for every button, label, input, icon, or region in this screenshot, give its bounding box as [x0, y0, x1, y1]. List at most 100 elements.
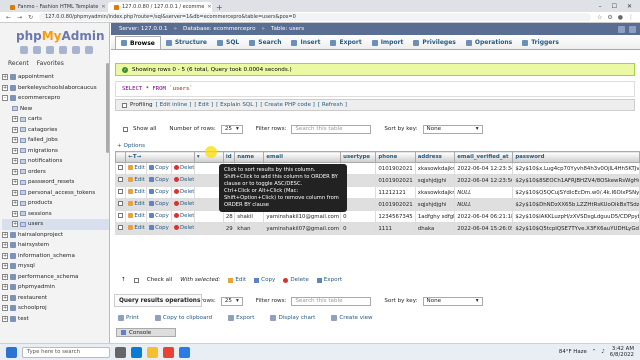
table-tree-item[interactable]: + users: [2, 219, 109, 230]
row-edit-button[interactable]: Edit: [128, 201, 145, 207]
cell-address[interactable]: 1adfghy sdfghj 2ec: [414, 210, 456, 223]
collapse-icon[interactable]: -: [2, 95, 8, 102]
database-tree-item[interactable]: + performance_schema: [2, 272, 109, 283]
table-row[interactable]: Edit Copy Delete 11212121xkasowkdajknNULL$2…: [114, 186, 640, 199]
cell-address[interactable]: sqjshjdjghi: [414, 198, 456, 211]
cell-address[interactable]: dhaka: [414, 222, 456, 235]
cell-phone[interactable]: 0101902021: [375, 162, 416, 175]
database-tree-item[interactable]: + hairsystem: [2, 240, 109, 251]
cell-password[interactable]: $2y$10$x.Lug4cp70Yyvh84h3v0OjlL4Hh5KTJv: [512, 162, 640, 175]
taskbar-search-input[interactable]: Type here to search: [22, 346, 110, 358]
sidebar-scrollbar[interactable]: [106, 63, 109, 153]
cell-email-verified-at[interactable]: NULL: [454, 186, 514, 199]
column-header-id[interactable]: id: [222, 151, 236, 163]
column-header-phone[interactable]: phone: [375, 151, 416, 163]
sort-key-select[interactable]: None ▾: [422, 124, 483, 134]
tab-sql[interactable]: SQL: [212, 36, 244, 49]
expand-icon[interactable]: +: [12, 126, 18, 133]
refresh-link[interactable]: [ Refresh ]: [318, 102, 347, 108]
row-copy-button[interactable]: Copy: [149, 177, 169, 183]
bulk-export-button[interactable]: Export: [316, 277, 342, 283]
cell-usertype[interactable]: 0: [340, 222, 377, 235]
help-icon[interactable]: [46, 46, 54, 54]
row-checkbox[interactable]: [118, 225, 123, 230]
row-checkbox[interactable]: [118, 189, 123, 194]
database-tree-item[interactable]: + hairsalonproject: [2, 230, 109, 241]
expand-icon[interactable]: +: [2, 294, 8, 301]
extensions-icon[interactable]: ⚙: [607, 14, 612, 21]
query-op-copy-to-clipboard[interactable]: Copy to clipboard: [154, 313, 212, 323]
row-copy-button[interactable]: Copy: [149, 225, 169, 231]
database-tree-item[interactable]: + restaurent: [2, 293, 109, 304]
url-input[interactable]: 127.0.0.80/phpmyadmin/index.php?route=/s…: [39, 13, 591, 21]
cell-address[interactable]: sqjshjdjghi: [414, 174, 456, 187]
cell-email-verified-at[interactable]: 2022-06-04 15:26:05: [454, 222, 514, 235]
maximize-icon[interactable]: ☐: [612, 3, 617, 10]
column-header-usertype[interactable]: usertype: [340, 151, 377, 163]
forward-icon[interactable]: →: [17, 14, 22, 21]
row-copy-button[interactable]: Copy: [149, 201, 169, 207]
row-edit-button[interactable]: Edit: [128, 165, 145, 171]
column-header-email-verified-at[interactable]: email_verified_at: [454, 151, 514, 163]
expand-icon[interactable]: +: [2, 84, 8, 91]
edit-link[interactable]: [ Edit ]: [194, 102, 213, 108]
table-tree-item[interactable]: + carts: [2, 114, 109, 125]
expand-icon[interactable]: +: [2, 315, 8, 322]
database-tree-item[interactable]: + appointment: [2, 72, 109, 83]
browser-tab[interactable]: Fanmo - Fashion HTML Template ✕: [4, 2, 108, 12]
bulk-delete-button[interactable]: Delete: [283, 277, 309, 283]
vscode-icon[interactable]: [179, 346, 190, 358]
cell-address[interactable]: xkasowkdajkn: [414, 162, 456, 175]
edit-inline-link[interactable]: [ Edit inline ]: [156, 102, 192, 108]
breadcrumb-database[interactable]: Database: ecommercepro: [183, 26, 255, 32]
breadcrumb-table[interactable]: Table: users: [271, 26, 304, 32]
show-all-checkbox[interactable]: [123, 126, 128, 132]
docs-icon[interactable]: [59, 46, 67, 54]
check-all-checkbox[interactable]: [133, 277, 139, 283]
cell-email[interactable]: yaminshakil10@gmail.com: [263, 210, 342, 223]
row-checkbox[interactable]: [118, 201, 123, 206]
row-checkbox[interactable]: [118, 165, 123, 170]
tab-import[interactable]: Import: [367, 36, 409, 49]
database-tree-item[interactable]: + schoolproj: [2, 303, 109, 314]
row-delete-button[interactable]: Delete: [174, 189, 193, 195]
row-delete-button[interactable]: Delete: [174, 225, 193, 231]
cell-name[interactable]: shakil: [234, 210, 265, 223]
query-op-create-view[interactable]: Create view: [331, 313, 373, 323]
cell-email-verified-at[interactable]: 2022-06-04 12:23:34: [454, 162, 514, 175]
expand-icon[interactable]: +: [2, 305, 8, 312]
database-tree-item[interactable]: + phpmyadmin: [2, 282, 109, 293]
column-header-email[interactable]: email: [263, 151, 342, 163]
expand-icon[interactable]: +: [2, 242, 8, 249]
settings-icon[interactable]: [72, 46, 80, 54]
database-tree-item[interactable]: - ecommercepro: [2, 93, 109, 104]
table-tree-item[interactable]: + products: [2, 198, 109, 209]
tab-triggers[interactable]: Triggers: [517, 36, 564, 49]
expand-icon[interactable]: +: [12, 189, 18, 196]
row-delete-button[interactable]: Delete: [174, 177, 193, 183]
cell-password[interactable]: $2y$10$IAKKLuzpH/zXVSDsgLdguuD5/CDPpybA: [512, 210, 640, 223]
row-checkbox[interactable]: [118, 177, 123, 182]
weather-text[interactable]: 84°F Haze: [559, 349, 587, 355]
clock[interactable]: 3:42 AM 6/8/2022: [610, 346, 634, 359]
database-tree-item[interactable]: + mysql: [2, 261, 109, 272]
expand-icon[interactable]: +: [12, 158, 18, 165]
table-row[interactable]: Edit Copy Delete 28shakilyaminshakil10@gmai…: [114, 210, 640, 223]
row-copy-button[interactable]: Copy: [149, 213, 169, 219]
tab-favorites[interactable]: Favorites: [37, 59, 64, 68]
chrome-icon[interactable]: [163, 346, 174, 358]
expand-icon[interactable]: +: [12, 137, 18, 144]
new-tab-icon[interactable]: +: [212, 3, 227, 12]
table-tree-item[interactable]: + orders: [2, 167, 109, 178]
database-tree-item[interactable]: + information_schema: [2, 251, 109, 262]
table-row[interactable]: Edit Copy Delete 29khanyaminshakil07@gmail.…: [114, 222, 640, 235]
cell-phone[interactable]: 11212121: [375, 186, 416, 199]
row-delete-button[interactable]: Delete: [174, 165, 193, 171]
cell-phone[interactable]: 1234567345: [375, 210, 416, 223]
cell-email-verified-at[interactable]: 2022-06-04 12:23:56: [454, 174, 514, 187]
cell-name[interactable]: khan: [234, 222, 265, 235]
task-view-icon[interactable]: [115, 346, 126, 358]
expand-icon[interactable]: +: [12, 200, 18, 207]
cell-email-verified-at[interactable]: NULL: [454, 198, 514, 211]
query-op-print[interactable]: Print: [118, 313, 139, 323]
